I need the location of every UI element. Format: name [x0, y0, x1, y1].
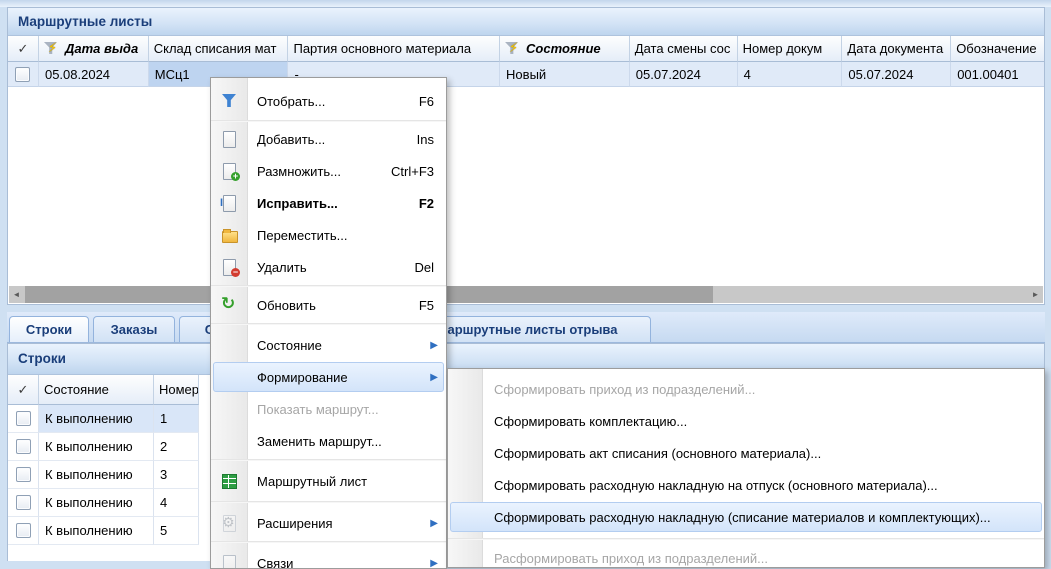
menu-item-otobrat[interactable]: Отобрать... F6	[211, 85, 446, 117]
grid-header-row: ✓ ⚡ Дата выда Склад списания мат Партия …	[8, 36, 1044, 62]
delete-page-icon: −	[220, 258, 240, 276]
column-header-doc-number[interactable]: Номер докум	[738, 36, 843, 62]
cell-state[interactable]: К выполнению	[39, 489, 154, 517]
cell-number[interactable]: 2	[154, 433, 199, 461]
column-header-select[interactable]: ✓	[8, 36, 39, 62]
refresh-icon: ↻	[220, 296, 240, 314]
submenu-arrow-icon: ▶	[430, 340, 438, 351]
menu-separator	[211, 501, 446, 503]
scroll-right-arrow-icon[interactable]: ►	[1028, 286, 1043, 303]
column-header-state[interactable]: ⚡ Состояние	[500, 36, 630, 62]
cell-number[interactable]: 4	[154, 489, 199, 517]
checkbox[interactable]	[16, 523, 31, 538]
menu-item-zamenit-marshrut[interactable]: Заменить маршрут...	[211, 425, 446, 457]
menu-separator	[211, 459, 446, 461]
row-select-cell[interactable]	[8, 62, 39, 87]
scroll-left-arrow-icon[interactable]: ◄	[9, 286, 24, 303]
checkbox[interactable]	[16, 439, 31, 454]
submenu-item-sformirovat-prihod[interactable]: Сформировать приход из подразделений...	[448, 373, 1044, 405]
submenu-item-rasformirovat-prihod[interactable]: Расформировать приход из подразделений..…	[448, 542, 1044, 568]
cell-state[interactable]: К выполнению	[39, 405, 154, 433]
column-header-warehouse[interactable]: Склад списания мат	[149, 36, 289, 62]
submenu-item-sformirovat-komplektaciyu[interactable]: Сформировать комплектацию...	[448, 405, 1044, 437]
check-icon: ✓	[18, 382, 29, 398]
menu-separator	[211, 120, 446, 122]
panel-title-route-sheets: Маршрутные листы	[8, 8, 1044, 36]
menu-item-dobavit[interactable]: Добавить... Ins	[211, 123, 446, 155]
submenu-arrow-icon: ▶	[430, 518, 438, 529]
check-icon: ✓	[18, 41, 29, 57]
cell-state[interactable]: К выполнению	[39, 433, 154, 461]
cell-state[interactable]: К выполнению	[39, 517, 154, 545]
column-header-issue-date[interactable]: ⚡ Дата выда	[39, 36, 149, 62]
tab-zakazy[interactable]: Заказы	[93, 316, 175, 342]
column-header-designation[interactable]: Обозначение	[951, 36, 1044, 62]
column-header-material-batch[interactable]: Партия основного материала	[288, 36, 500, 62]
checkbox[interactable]	[16, 495, 31, 510]
cell-doc-number[interactable]: 4	[738, 62, 843, 87]
menu-item-sostoyanie[interactable]: Состояние ▶	[211, 329, 446, 361]
menu-item-obnovit[interactable]: ↻ Обновить F5	[211, 289, 446, 321]
menu-separator	[448, 538, 1044, 540]
row-select-cell[interactable]	[8, 489, 39, 517]
menu-item-ispravit[interactable]: I Исправить... F2	[211, 187, 446, 219]
edit-page-icon: I	[220, 194, 240, 212]
app-window: { "colors": { "accent_focused_cell": "#b…	[0, 0, 1051, 561]
submenu-arrow-icon: ▶	[430, 558, 438, 569]
table-row[interactable]: 05.08.2024 МСц1 - Новый 05.07.2024 4 05.…	[8, 62, 1044, 87]
menu-item-formirovanie[interactable]: Формирование ▶	[211, 361, 446, 393]
gear-icon: ⚙	[220, 514, 240, 532]
checkbox[interactable]	[15, 67, 30, 82]
cell-state[interactable]: Новый	[500, 62, 630, 87]
checkbox[interactable]	[16, 411, 31, 426]
spreadsheet-icon	[220, 472, 240, 490]
submenu-arrow-icon: ▶	[430, 372, 438, 383]
menu-separator	[211, 285, 446, 287]
cell-state-change-date[interactable]: 05.07.2024	[630, 62, 738, 87]
cell-number[interactable]: 5	[154, 517, 199, 545]
submenu-item-sformirovat-rashodnuyu-spisanie[interactable]: Сформировать расходную накладную (списан…	[448, 501, 1044, 533]
menu-item-razmnozhit[interactable]: + Размножить... Ctrl+F3	[211, 155, 446, 187]
row-select-cell[interactable]	[8, 517, 39, 545]
route-sheets-panel: Маршрутные листы ✓ ⚡ Дата выда Склад спи…	[7, 7, 1045, 305]
column-header-number[interactable]: Номер	[154, 375, 199, 405]
duplicate-page-icon: +	[220, 162, 240, 180]
formirovanie-submenu: Сформировать приход из подразделений... …	[447, 368, 1045, 568]
row-select-cell[interactable]	[8, 405, 39, 433]
column-header-select[interactable]: ✓	[8, 375, 39, 405]
column-header-state[interactable]: Состояние	[39, 375, 154, 405]
filter-icon	[220, 92, 240, 110]
filter-funnel-lightning-icon: ⚡	[44, 41, 61, 56]
cell-doc-date[interactable]: 05.07.2024	[842, 62, 951, 87]
checkbox[interactable]	[16, 467, 31, 482]
cell-designation[interactable]: 001.00401	[951, 62, 1044, 87]
submenu-item-sformirovat-akt-spisaniya[interactable]: Сформировать акт списания (основного мат…	[448, 437, 1044, 469]
menu-item-udalit[interactable]: − Удалить Del	[211, 251, 446, 283]
row-select-cell[interactable]	[8, 433, 39, 461]
row-select-cell[interactable]	[8, 461, 39, 489]
cell-number[interactable]: 3	[154, 461, 199, 489]
menu-item-svyazi[interactable]: Связи ▶	[211, 547, 446, 569]
menu-item-pokazat-marshrut[interactable]: Показать маршрут...	[211, 393, 446, 425]
menu-item-rasshireniya[interactable]: ⚙ Расширения ▶	[211, 507, 446, 539]
menu-separator	[211, 541, 446, 543]
new-page-icon	[220, 130, 240, 148]
cell-issue-date[interactable]: 05.08.2024	[39, 62, 149, 87]
submenu-item-sformirovat-rashodnuyu-otpusk[interactable]: Сформировать расходную накладную на отпу…	[448, 469, 1044, 501]
column-header-doc-date[interactable]: Дата документа	[842, 36, 951, 62]
bottom-tab-bar: Строки Заказы Сер Маршрутные листы отрыв…	[7, 312, 1045, 343]
context-menu: Отобрать... F6 Добавить... Ins + Размнож…	[210, 77, 447, 569]
move-folder-icon	[220, 226, 240, 244]
window-top-strip	[0, 0, 1051, 7]
column-header-state-change-date[interactable]: Дата смены сос	[630, 36, 738, 62]
menu-separator	[211, 323, 446, 325]
tab-stroki[interactable]: Строки	[9, 316, 89, 342]
horizontal-scrollbar[interactable]: ◄ ►	[9, 286, 1043, 303]
menu-item-marshrutnyi-list[interactable]: Маршрутный лист	[211, 465, 446, 497]
filter-funnel-lightning-icon: ⚡	[505, 41, 522, 56]
cell-state[interactable]: К выполнению	[39, 461, 154, 489]
cell-number[interactable]: 1	[154, 405, 199, 433]
menu-item-peremestit[interactable]: Переместить...	[211, 219, 446, 251]
link-page-icon	[220, 554, 240, 569]
